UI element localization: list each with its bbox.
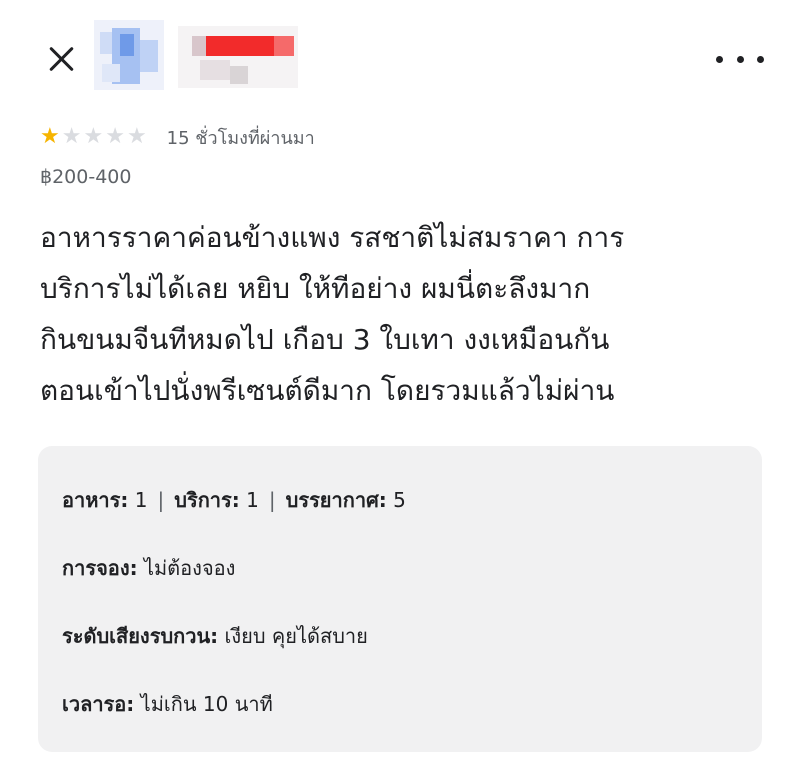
service-value: 1	[246, 488, 259, 512]
star-icon: ★	[83, 124, 104, 149]
reservation-label: การจอง:	[62, 556, 138, 580]
review-line: อาหารราคาค่อนข้างแพง รสชาติไม่สมราคา การ	[40, 221, 625, 254]
reservation-value: ไม่ต้องจอง	[143, 556, 236, 580]
noise-label: ระดับเสียงรบกวน:	[62, 624, 219, 648]
review-text: อาหารราคาค่อนข้างแพง รสชาติไม่สมราคา การ…	[40, 212, 770, 416]
food-value: 1	[134, 488, 148, 512]
reservation-line: การจอง: ไม่ต้องจอง	[62, 552, 235, 584]
star-rating: ★ ★ ★ ★ ★	[40, 126, 147, 148]
review-line: บริการไม่ได้เลย หยิบ ให้ทีอย่าง ผมนี่ตะล…	[40, 272, 591, 305]
wait-label: เวลารอ:	[62, 692, 135, 716]
review-line: กินขนมจีนทีหมดไป เกือบ 3 ใบเทา งงเหมือนก…	[40, 323, 610, 356]
wait-time-line: เวลารอ: ไม่เกิน 10 นาที	[62, 688, 273, 720]
reviewer-name[interactable]	[178, 26, 298, 88]
food-label: อาหาร:	[62, 488, 129, 512]
top-bar	[0, 0, 800, 112]
close-icon[interactable]	[40, 40, 82, 82]
star-icon: ★	[40, 124, 60, 149]
rating-row: ★ ★ ★ ★ ★ 15 ชั่วโมงที่ผ่านมา	[40, 122, 315, 152]
more-options-icon[interactable]	[716, 44, 764, 74]
noise-value: เงียบ คุยได้สบาย	[224, 624, 368, 648]
ratings-breakdown: อาหาร: 1 | บริการ: 1 | บรรยากาศ: 5	[62, 488, 406, 512]
avatar[interactable]	[94, 20, 164, 90]
wait-value: ไม่เกิน 10 นาที	[140, 692, 273, 716]
noise-line: ระดับเสียงรบกวน: เงียบ คุยได้สบาย	[62, 620, 368, 652]
atmosphere-value: 5	[393, 488, 406, 512]
review-time: 15 ชั่วโมงที่ผ่านมา	[166, 127, 315, 149]
star-icon: ★	[61, 124, 82, 149]
atmosphere-label: บรรยากาศ:	[285, 488, 387, 512]
price-range: ฿200-400	[40, 166, 132, 188]
service-label: บริการ:	[174, 488, 240, 512]
review-details-panel: อาหาร: 1 | บริการ: 1 | บรรยากาศ: 5 การจอง: ไ…	[38, 446, 762, 752]
star-icon: ★	[126, 124, 147, 149]
star-icon: ★	[105, 124, 125, 149]
review-line: ตอนเข้าไปนั่งพรีเซนต์ดีมาก โดยรวมแล้วไม่…	[40, 374, 615, 407]
